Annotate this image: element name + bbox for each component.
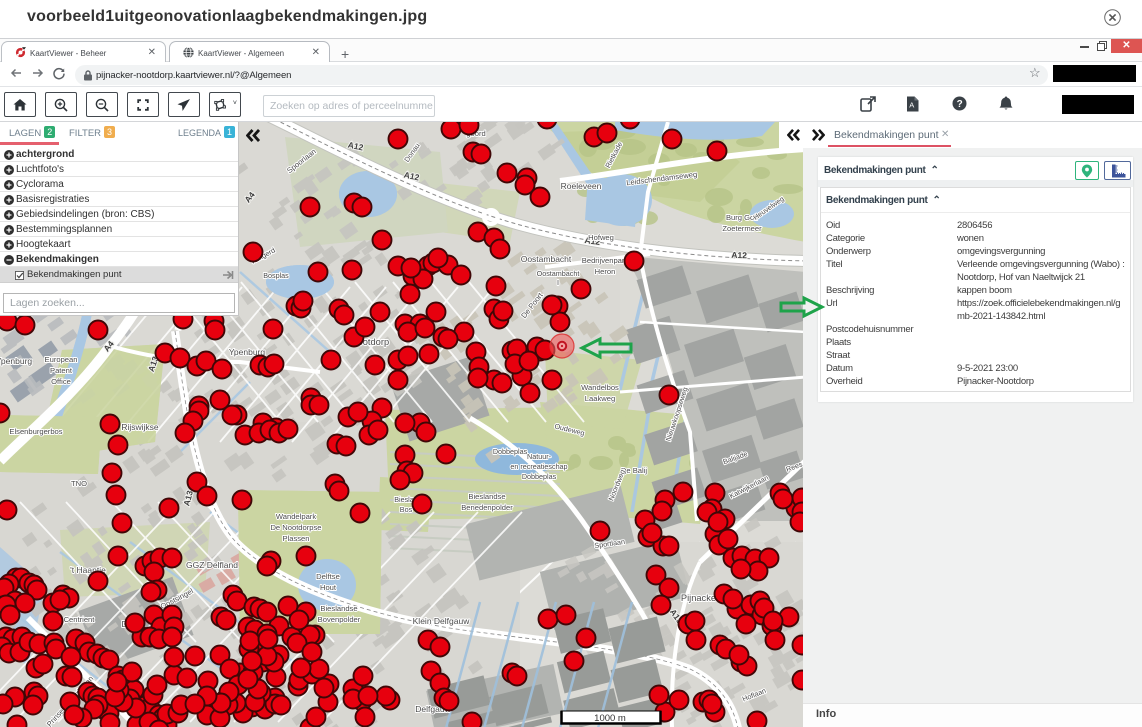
- svg-text:?: ?: [957, 99, 963, 110]
- svg-text:Elsenburgerbos: Elsenburgerbos: [9, 427, 62, 436]
- svg-text:Bovenpolder: Bovenpolder: [318, 615, 361, 624]
- svg-text:Office: Office: [51, 377, 71, 386]
- svg-text:Bos: Bos: [400, 505, 413, 514]
- svg-text:Hofweg: Hofweg: [588, 233, 614, 242]
- svg-text:A: A: [909, 101, 914, 110]
- svg-text:Patent: Patent: [50, 366, 73, 375]
- svg-text:Bieslandse: Bieslandse: [320, 604, 357, 613]
- svg-text:TNO: TNO: [71, 479, 87, 488]
- svg-text:Laakweg: Laakweg: [585, 394, 615, 403]
- svg-text:Oostambacht: Oostambacht: [537, 269, 580, 278]
- svg-text:Zoetermeer: Zoetermeer: [722, 224, 762, 233]
- svg-text:Natuur-: Natuur-: [527, 452, 552, 461]
- svg-text:1000 m: 1000 m: [594, 713, 626, 724]
- svg-text:Rijswijkse: Rijswijkse: [121, 422, 159, 432]
- svg-text:en recreatieschap: en recreatieschap: [510, 462, 567, 471]
- svg-text:Ypenburg: Ypenburg: [0, 356, 32, 366]
- svg-text:Delftse: Delftse: [316, 572, 340, 581]
- svg-text:Centrient: Centrient: [64, 615, 96, 624]
- svg-text:Hout: Hout: [320, 583, 337, 592]
- svg-text:Bedrijvenpark: Bedrijvenpark: [582, 256, 629, 265]
- svg-text:Dobbeplas: Dobbeplas: [493, 447, 528, 456]
- svg-text:Klein Delfgauw: Klein Delfgauw: [413, 616, 471, 626]
- svg-text:I: I: [557, 278, 559, 287]
- svg-text:A12: A12: [731, 250, 747, 261]
- svg-text:European: European: [45, 355, 78, 364]
- svg-text:Heron: Heron: [595, 267, 616, 276]
- svg-text:Benedenpolder: Benedenpolder: [461, 503, 513, 512]
- svg-text:Dobbeplas: Dobbeplas: [522, 472, 557, 481]
- svg-text:De Nootdorpse: De Nootdorpse: [270, 523, 321, 532]
- svg-text:Wandelpark: Wandelpark: [276, 512, 316, 521]
- svg-text:GGZ Delfland: GGZ Delfland: [186, 560, 238, 570]
- svg-text:Bieslandse: Bieslandse: [468, 492, 505, 501]
- svg-text:Wandelbos: Wandelbos: [581, 383, 619, 392]
- svg-text:Pijnacker: Pijnacker: [681, 593, 719, 603]
- svg-text:Oostambacht: Oostambacht: [521, 254, 572, 264]
- svg-text:Plassen: Plassen: [282, 534, 309, 543]
- svg-text:Roeleveen: Roeleveen: [561, 181, 602, 191]
- svg-text:Bosplas: Bosplas: [263, 271, 289, 280]
